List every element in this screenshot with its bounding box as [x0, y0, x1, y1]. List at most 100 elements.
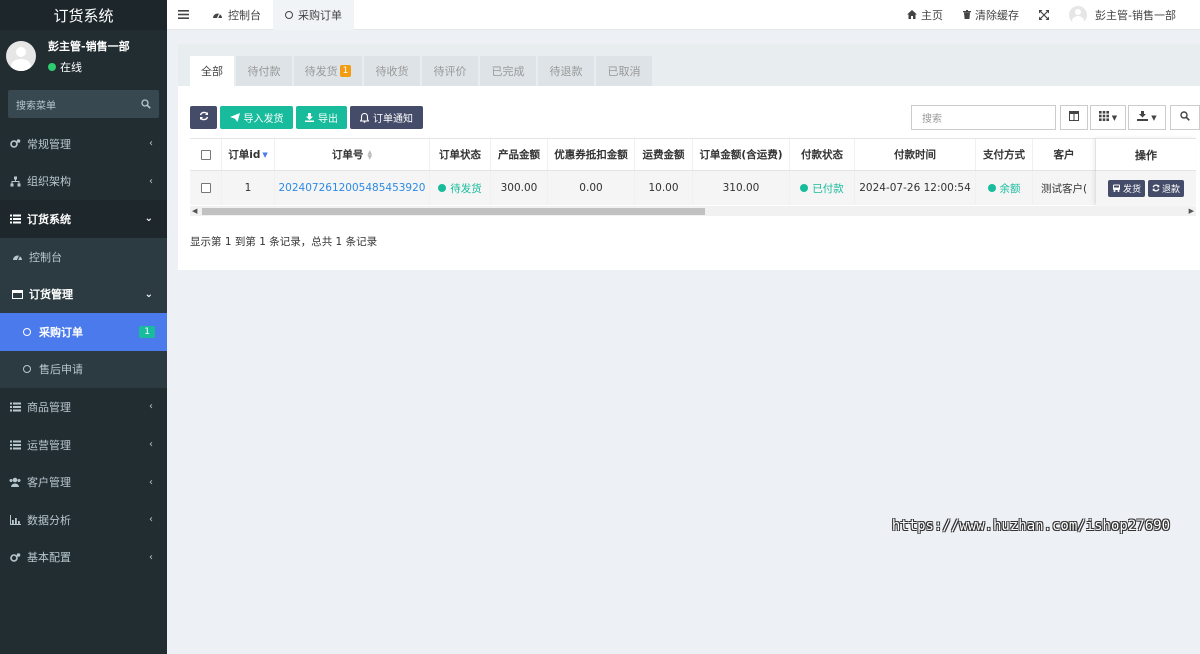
brand-title[interactable]: 订货系统 — [0, 0, 167, 30]
menu-item-analytics[interactable]: 数据分析 ‹ — [0, 501, 167, 539]
tab-pending-receipt[interactable]: 待收货 — [364, 56, 420, 86]
select-all-checkbox[interactable] — [190, 139, 222, 170]
row-checkbox[interactable] — [190, 171, 222, 205]
cell-pay-status: 已付款 — [790, 171, 855, 205]
scroll-left-icon[interactable]: ◀ — [192, 206, 197, 216]
circle-icon — [285, 10, 293, 19]
operations-column: 操作 发货 退款 — [1096, 138, 1196, 205]
online-dot-icon — [48, 62, 56, 71]
cell-product-amount: 300.00 — [491, 171, 548, 205]
avatar — [1069, 5, 1088, 24]
watermark-url: https://www.huzhan.com/ishop27690 — [891, 518, 1170, 534]
hamburger-menu-icon[interactable] — [167, 0, 200, 30]
toggle-view-button[interactable] — [1060, 105, 1088, 130]
menu-item-basic-config[interactable]: 基本配置 ‹ — [0, 539, 167, 577]
grid-icon — [1098, 111, 1109, 124]
status-dot-icon — [800, 184, 809, 192]
menu-item-general[interactable]: 常规管理 ‹ — [0, 125, 167, 163]
scrollbar-thumb[interactable] — [202, 208, 705, 215]
ship-button[interactable]: 发货 — [1107, 179, 1145, 197]
chevron-left-icon: ‹ — [149, 401, 153, 413]
order-panel: 全部 待付款 待发货 1 待收货 待评价 已完成 待退款 已取消 导入发货 导出 … — [178, 44, 1200, 270]
tab-purchase-order[interactable]: 采购订单 — [273, 0, 354, 30]
column-header-pay-status: 付款状态 — [790, 139, 855, 170]
menu-item-customer[interactable]: 客户管理 ‹ — [0, 463, 167, 501]
column-header-order-no[interactable]: 订单号 ▲ ▼ — [275, 139, 430, 170]
menu-item-org[interactable]: 组织架构 ‹ — [0, 163, 167, 201]
sitemap-icon — [9, 175, 21, 187]
dashboard-icon — [11, 251, 23, 263]
cell-pay-time: 2024-07-26 12:00:54 — [855, 171, 976, 205]
user-menu[interactable]: 彭主管-销售一部 — [1059, 0, 1200, 30]
scroll-right-icon[interactable]: ▶ — [1189, 206, 1194, 216]
tab-pending-review[interactable]: 待评价 — [422, 56, 478, 86]
home-icon — [907, 10, 918, 19]
tab-pending-refund[interactable]: 待退款 — [538, 56, 594, 86]
menu-item-after-sales[interactable]: 售后申请 — [0, 350, 167, 389]
table-toolbar: 导入发货 导出 订单通知 — [190, 106, 426, 129]
column-header-order-status: 订单状态 — [430, 139, 491, 170]
trash-icon — [963, 10, 972, 19]
refresh-button[interactable] — [190, 106, 217, 129]
menu-item-product[interactable]: 商品管理 ‹ — [0, 388, 167, 426]
export-options-button[interactable]: ▼ — [1128, 105, 1166, 130]
home-link[interactable]: 主页 — [897, 0, 953, 30]
chevron-down-icon: ⌄ — [144, 213, 153, 225]
cell-coupon: 0.00 — [548, 171, 635, 205]
search-icon[interactable] — [141, 99, 151, 109]
users-icon — [9, 476, 21, 488]
chevron-left-icon: ‹ — [149, 138, 153, 150]
caret-down-icon: ▼ — [1111, 113, 1118, 122]
column-header-id[interactable]: 订单id ▼ — [222, 139, 275, 170]
search-icon — [1180, 111, 1190, 124]
cell-pay-method: 余额 — [976, 171, 1033, 205]
truck-icon — [1112, 184, 1121, 192]
circle-icon — [21, 363, 33, 375]
chevron-left-icon: ‹ — [149, 175, 153, 187]
order-status-tabs: 全部 待付款 待发货 1 待收货 待评价 已完成 待退款 已取消 — [178, 44, 1200, 86]
chevron-left-icon: ‹ — [149, 551, 153, 563]
orders-table: 订单id ▼ 订单号 ▲ ▼ 订单状态 产品金额 优惠券抵扣金额 运费金额 订单金额(… — [190, 138, 1196, 220]
menu-item-order-mgmt[interactable]: 订货管理 ⌄ — [0, 275, 167, 313]
circle-icon — [21, 326, 33, 338]
tab-dashboard[interactable]: 控制台 — [200, 0, 273, 30]
tab-completed[interactable]: 已完成 — [480, 56, 536, 86]
paper-plane-icon — [229, 113, 240, 122]
list-icon — [9, 439, 21, 451]
import-ship-button[interactable]: 导入发货 — [220, 106, 293, 129]
clear-cache-button[interactable]: 清除缓存 — [953, 0, 1029, 30]
menu-item-operation[interactable]: 运营管理 ‹ — [0, 426, 167, 464]
horizontal-scrollbar[interactable]: ◀ ▶ — [190, 206, 1196, 216]
list-icon — [9, 401, 21, 413]
table-header: 订单id ▼ 订单号 ▲ ▼ 订单状态 产品金额 优惠券抵扣金额 运费金额 订单金额(… — [190, 138, 1196, 171]
user-name: 彭主管-销售一部 — [48, 39, 130, 53]
tab-pending-shipment[interactable]: 待发货 1 — [294, 56, 362, 86]
fullscreen-icon[interactable] — [1029, 0, 1059, 30]
column-header-pay-method: 支付方式 — [976, 139, 1033, 170]
order-notify-button[interactable]: 订单通知 — [350, 106, 423, 129]
export-button[interactable]: 导出 — [296, 106, 347, 129]
menu-item-purchase-order[interactable]: 采购订单 1 — [0, 312, 167, 351]
chevron-left-icon: ‹ — [149, 514, 153, 526]
chevron-left-icon: ‹ — [149, 476, 153, 488]
advanced-search-button[interactable] — [1170, 105, 1200, 130]
order-no-link[interactable]: 2024072612005485453920 — [275, 171, 430, 205]
menu-item-order-system[interactable]: 订货系统 ⌄ — [0, 200, 167, 238]
refresh-icon — [199, 111, 209, 124]
tab-all[interactable]: 全部 — [190, 56, 234, 86]
chevron-down-icon: ⌄ — [144, 288, 153, 300]
column-header-order-total: 订单金额(含运费) — [693, 139, 790, 170]
tab-cancelled[interactable]: 已取消 — [596, 56, 652, 86]
menu-item-dashboard[interactable]: 控制台 — [0, 237, 167, 276]
menu-search-input[interactable]: 搜索菜单 — [8, 90, 159, 118]
columns-button[interactable]: ▼ — [1090, 105, 1126, 130]
top-navbar: 控制台 采购订单 主页 清除缓存 彭主管-销售一部 — [167, 0, 1200, 30]
table-search-input[interactable]: 搜索 — [911, 105, 1056, 130]
column-header-actions: 操作 — [1096, 138, 1196, 171]
refund-button[interactable]: 退款 — [1148, 179, 1185, 197]
tab-pending-payment[interactable]: 待付款 — [236, 56, 292, 86]
cogs-icon — [9, 551, 21, 563]
user-status: 在线 — [48, 59, 130, 75]
pagination-info: 显示第 1 到第 1 条记录，总共 1 条记录 — [190, 236, 378, 248]
cell-order-total: 310.00 — [693, 171, 790, 205]
